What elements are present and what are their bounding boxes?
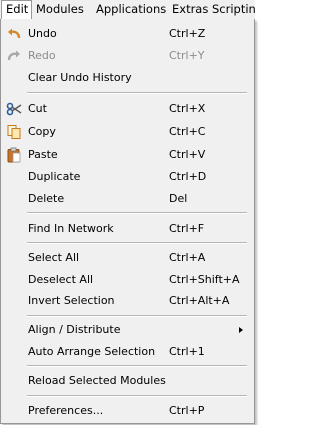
menu-item-copy[interactable]: Copy Ctrl+C [2,121,253,143]
menu-item-shortcut: Ctrl+V [169,148,206,161]
menu-separator [27,212,247,214]
scissors-icon [6,101,22,117]
menu-item-undo[interactable]: Undo Ctrl+Z [2,23,253,45]
menubar-item-extras[interactable]: Extras [172,0,208,19]
menu-item-shortcut: Ctrl+Alt+A [169,294,230,307]
menu-separator [27,242,247,244]
menu-separator [27,315,247,317]
menu-item-label: Preferences... [28,404,104,417]
menu-item-shortcut: Ctrl+Y [169,49,205,62]
menu-item-shortcut: Ctrl+C [169,125,206,138]
menu-bar: Edit Modules Applications Extras Scripti… [0,0,256,20]
menu-item-select-all[interactable]: Select All Ctrl+A [2,247,253,269]
menu-item-shortcut: Ctrl+1 [169,345,205,358]
menubar-item-applications[interactable]: Applications [96,0,166,19]
menu-item-preferences[interactable]: Preferences... Ctrl+P [2,400,253,422]
menu-item-label: Reload Selected Modules [28,374,166,387]
menu-item-shortcut: Ctrl+Z [169,27,206,40]
menu-item-label: Copy [28,125,56,138]
menubar-item-scripting[interactable]: Scriptin [212,0,256,19]
menu-separator [27,92,247,94]
undo-icon [6,26,22,42]
menu-item-label: Cut [28,102,47,115]
menu-item-label: Redo [28,49,56,62]
menu-item-find-in-network[interactable]: Find In Network Ctrl+F [2,218,253,240]
menu-separator [27,365,247,367]
menu-item-label: Delete [28,192,65,205]
redo-icon [6,48,22,64]
menubar-item-edit[interactable]: Edit [1,0,32,19]
menu-item-shortcut: Ctrl+A [169,251,206,264]
menubar-item-modules[interactable]: Modules [36,0,84,19]
menu-item-label: Duplicate [28,170,81,183]
copy-icon [6,124,22,140]
submenu-arrow-icon [239,327,243,333]
menu-item-shortcut: Del [169,192,188,205]
menu-item-label: Undo [28,27,57,40]
menu-item-redo[interactable]: Redo Ctrl+Y [2,45,253,67]
menu-item-shortcut: Ctrl+P [169,404,205,417]
menu-item-label: Align / Distribute [28,323,121,336]
menu-item-shortcut: Ctrl+Shift+A [169,273,240,286]
menu-item-shortcut: Ctrl+D [169,170,207,183]
menu-item-invert-selection[interactable]: Invert Selection Ctrl+Alt+A [2,290,253,312]
menu-item-align-distribute[interactable]: Align / Distribute [2,319,253,341]
menu-item-label: Select All [28,251,80,264]
menu-item-paste[interactable]: Paste Ctrl+V [2,144,253,166]
menu-item-label: Auto Arrange Selection [28,345,156,358]
menu-item-shortcut: Ctrl+F [169,222,205,235]
menu-item-delete[interactable]: Delete Del [2,188,253,210]
menu-separator [27,395,247,397]
menu-item-deselect-all[interactable]: Deselect All Ctrl+Shift+A [2,269,253,291]
menu-item-cut[interactable]: Cut Ctrl+X [2,98,253,120]
paste-icon [6,147,22,163]
menu-item-reload-selected-modules[interactable]: Reload Selected Modules [2,370,253,392]
edit-menu-dropdown: Undo Ctrl+Z Redo Ctrl+Y Clear Undo Histo… [0,19,255,424]
menu-item-label: Invert Selection [28,294,115,307]
menu-item-label: Paste [28,148,58,161]
menu-item-clear-undo-history[interactable]: Clear Undo History [2,67,253,89]
menu-item-label: Deselect All [28,273,94,286]
menu-item-label: Clear Undo History [28,71,132,84]
menu-item-shortcut: Ctrl+X [169,102,206,115]
menu-item-duplicate[interactable]: Duplicate Ctrl+D [2,166,253,188]
menu-item-label: Find In Network [28,222,114,235]
menu-item-auto-arrange-selection[interactable]: Auto Arrange Selection Ctrl+1 [2,341,253,363]
